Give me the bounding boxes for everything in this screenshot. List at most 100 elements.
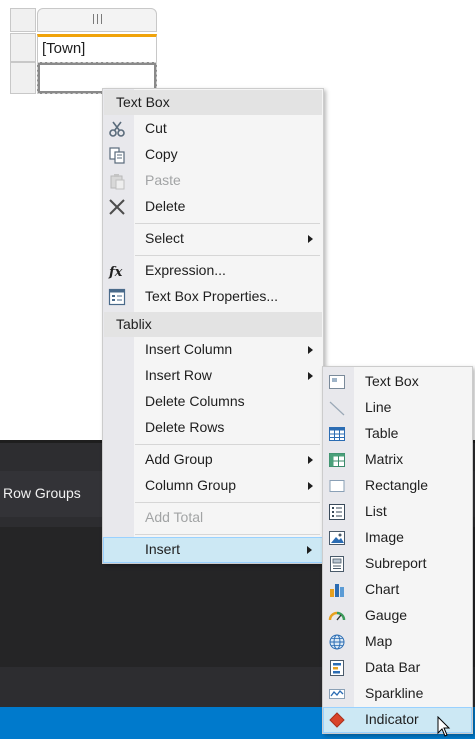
map-icon	[329, 634, 345, 650]
add-group-label: Add Group	[145, 451, 213, 467]
menu-item-copy[interactable]: Copy	[103, 142, 323, 168]
paste-label: Paste	[145, 172, 181, 188]
menu-item-insert-column[interactable]: Insert Column	[103, 337, 323, 363]
gauge-icon	[328, 611, 346, 621]
delete-label: Delete	[145, 198, 186, 214]
submenu-arrow-icon	[308, 235, 313, 243]
menu-item-column-group[interactable]: Column Group	[103, 473, 323, 499]
delete-rows-label: Delete Rows	[145, 419, 225, 435]
insert-submenu: Text Box Line Table Matrix Rectangle Lis…	[322, 366, 473, 734]
cut-label: Cut	[145, 120, 167, 136]
text-box-item-label: Text Box	[365, 373, 419, 389]
menu-item-delete-columns[interactable]: Delete Columns	[103, 389, 323, 415]
sparkline-icon	[329, 689, 345, 699]
submenu-arrow-icon	[308, 372, 313, 380]
menu-separator	[135, 502, 320, 503]
text-box-section-label: Text Box	[116, 94, 170, 110]
data-bar-item-label: Data Bar	[365, 659, 421, 675]
sparkline-item-label: Sparkline	[365, 685, 424, 701]
submenu-item-subreport[interactable]: Subreport	[323, 551, 472, 577]
submenu-item-data-bar[interactable]: Data Bar	[323, 655, 472, 681]
subreport-item-label: Subreport	[365, 555, 427, 571]
menu-item-text-box-properties[interactable]: Text Box Properties...	[103, 284, 323, 310]
copy-icon	[109, 147, 125, 164]
line-item-label: Line	[365, 399, 392, 415]
databar-icon	[330, 660, 344, 676]
submenu-item-table[interactable]: Table	[323, 421, 472, 447]
gauge-item-label: Gauge	[365, 607, 408, 623]
submenu-arrow-icon	[308, 346, 313, 354]
indicator-icon	[329, 712, 345, 728]
row-groups-label: Row Groups	[3, 485, 81, 501]
menu-item-delete-rows[interactable]: Delete Rows	[103, 415, 323, 441]
submenu-item-image[interactable]: Image	[323, 525, 472, 551]
scissors-icon	[109, 121, 125, 137]
rectangle-icon	[329, 480, 345, 492]
menu-item-paste[interactable]: Paste	[103, 168, 323, 194]
delete-x-icon	[109, 199, 125, 215]
submenu-item-gauge[interactable]: Gauge	[323, 603, 472, 629]
menu-item-delete[interactable]: Delete	[103, 194, 323, 220]
row-handle-empty[interactable]	[10, 62, 36, 94]
select-label: Select	[145, 230, 184, 246]
paste-icon	[110, 174, 125, 190]
insert-label: Insert	[145, 541, 181, 557]
list-icon	[329, 504, 345, 520]
menu-item-expression[interactable]: fx Expression...	[103, 258, 323, 284]
copy-label: Copy	[145, 146, 178, 162]
menu-item-add-group[interactable]: Add Group	[103, 447, 323, 473]
chart-item-label: Chart	[365, 581, 400, 597]
chart-icon	[330, 584, 344, 597]
submenu-item-rectangle[interactable]: Rectangle	[323, 473, 472, 499]
delete-columns-label: Delete Columns	[145, 393, 245, 409]
town-cell[interactable]: [Town]	[37, 34, 157, 62]
insert-column-label: Insert Column	[145, 341, 233, 357]
rectangle-item-label: Rectangle	[365, 477, 429, 493]
line-icon	[329, 401, 345, 416]
submenu-arrow-icon	[307, 546, 312, 554]
column-grip-icon	[93, 14, 102, 24]
tablix-corner-handle[interactable]	[10, 8, 36, 32]
column-group-label: Column Group	[145, 477, 237, 493]
image-item-label: Image	[365, 529, 404, 545]
menu-item-cut[interactable]: Cut	[103, 116, 323, 142]
indicator-item-label: Indicator	[365, 711, 419, 727]
list-item-label: List	[365, 503, 387, 519]
submenu-item-map[interactable]: Map	[323, 629, 472, 655]
textbox-icon	[329, 375, 345, 389]
text-box-section-header: Text Box	[104, 90, 322, 115]
svg-text:fx: fx	[108, 265, 123, 280]
table-icon	[329, 427, 345, 441]
menu-item-insert-row[interactable]: Insert Row	[103, 363, 323, 389]
menu-item-select[interactable]: Select	[103, 226, 323, 252]
menu-separator	[135, 255, 320, 256]
submenu-item-matrix[interactable]: Matrix	[323, 447, 472, 473]
table-item-label: Table	[365, 425, 399, 441]
column-handle[interactable]	[37, 8, 157, 32]
fx-icon: fx	[108, 265, 123, 280]
row-handle-details[interactable]	[10, 33, 36, 62]
menu-item-add-total[interactable]: Add Total	[103, 505, 323, 531]
matrix-icon	[329, 453, 345, 467]
menu-separator	[135, 444, 320, 445]
add-total-label: Add Total	[145, 509, 204, 525]
submenu-item-text-box[interactable]: Text Box	[323, 369, 472, 395]
properties-icon	[108, 288, 126, 306]
submenu-item-line[interactable]: Line	[323, 395, 472, 421]
submenu-item-sparkline[interactable]: Sparkline	[323, 681, 472, 707]
menu-separator	[135, 534, 320, 535]
tablix-section-label: Tablix	[116, 316, 152, 332]
submenu-item-chart[interactable]: Chart	[323, 577, 472, 603]
submenu-arrow-icon	[308, 456, 313, 464]
mouse-cursor-icon	[437, 716, 451, 737]
insert-row-label: Insert Row	[145, 367, 212, 383]
text-box-properties-label: Text Box Properties...	[145, 288, 279, 304]
image-icon	[329, 531, 345, 545]
expression-label: Expression...	[145, 262, 226, 278]
subreport-icon	[330, 556, 344, 572]
tablix-section-header: Tablix	[104, 312, 322, 337]
menu-item-insert[interactable]: Insert	[103, 537, 323, 563]
context-menu: Text Box Cut Copy Paste Delete Select fx…	[102, 88, 324, 564]
submenu-item-list[interactable]: List	[323, 499, 472, 525]
map-item-label: Map	[365, 633, 393, 649]
